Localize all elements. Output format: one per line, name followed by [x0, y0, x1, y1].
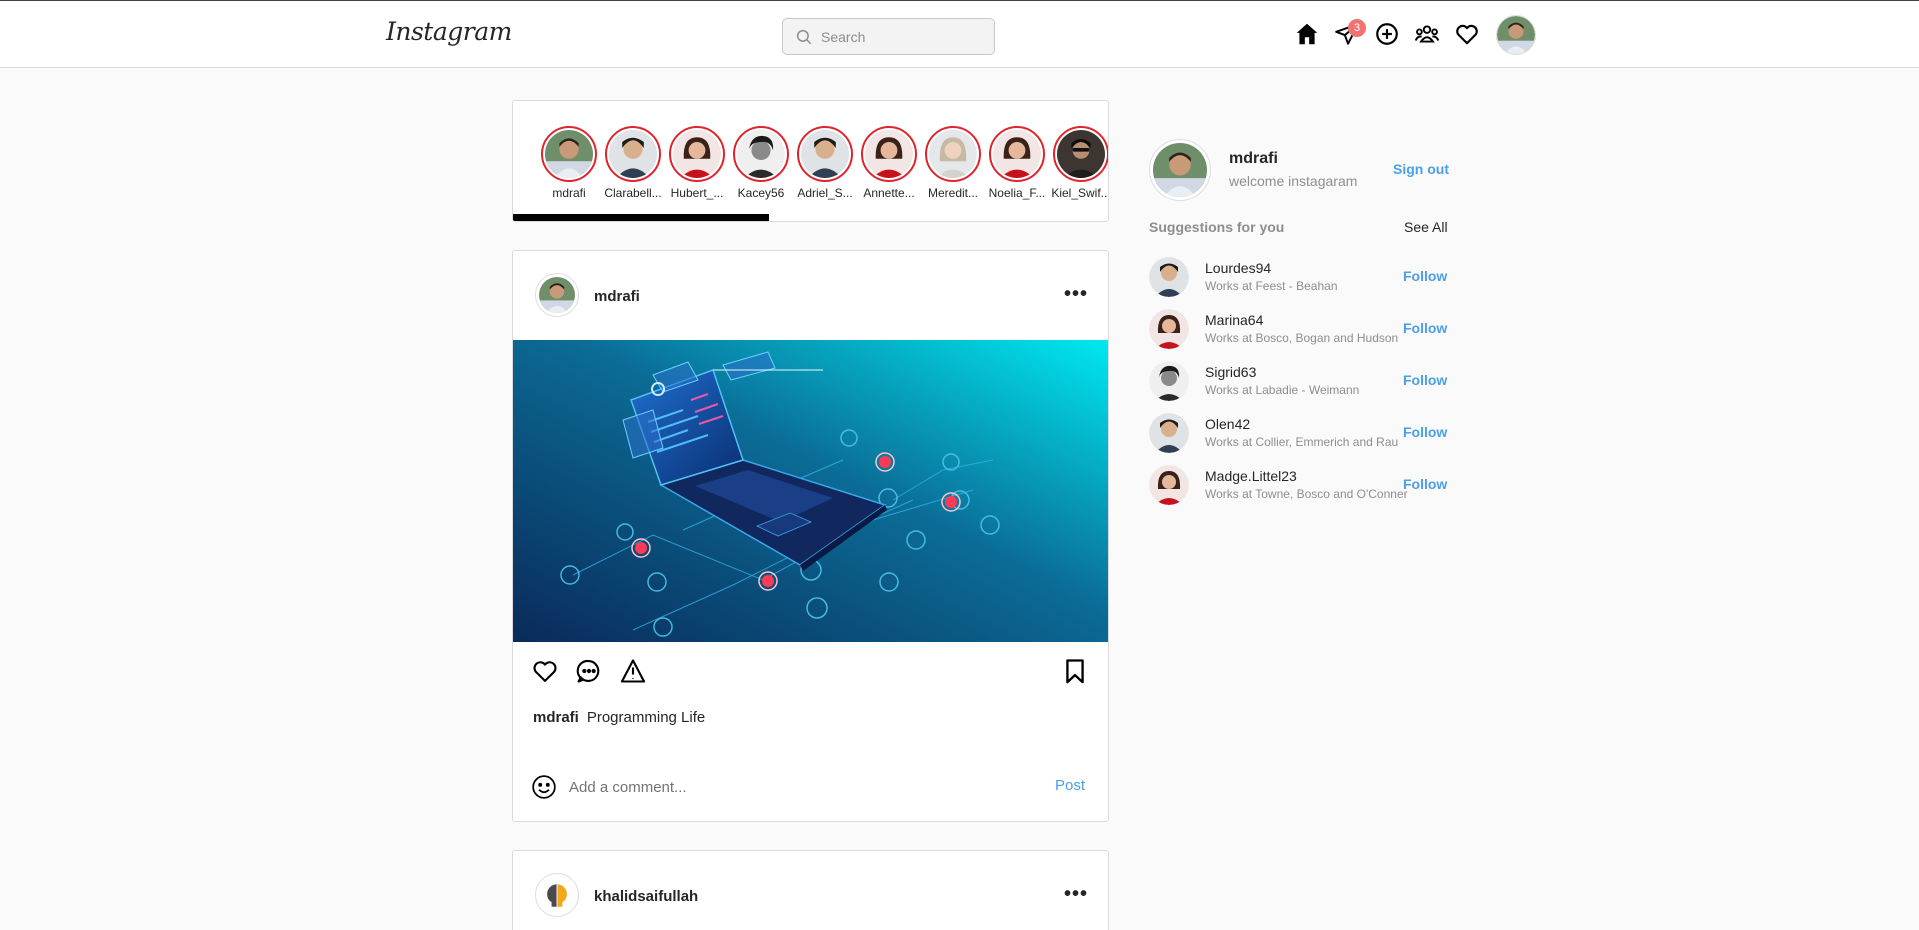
suggestion-username[interactable]: Marina64 [1205, 312, 1263, 328]
story-avatar [861, 126, 917, 182]
story-item[interactable]: Adriel_S... [795, 126, 855, 200]
comment-box: Post [531, 773, 1091, 801]
current-user-subtitle: welcome instagaram [1229, 173, 1358, 189]
story-avatar [925, 126, 981, 182]
sign-out-button[interactable]: Sign out [1393, 161, 1449, 177]
story-item[interactable]: Hubert_... [667, 126, 727, 200]
story-item[interactable]: Annette... [859, 126, 919, 200]
suggestion-username[interactable]: Olen42 [1205, 416, 1250, 432]
post-caption: mdrafi Programming Life [533, 709, 705, 726]
search-icon [796, 29, 812, 44]
story-item[interactable]: Noelia_F... [987, 126, 1047, 200]
story-avatar [605, 126, 661, 182]
suggestion-item: Lourdes94 Works at Feest - Beahan Follow [1149, 257, 1449, 297]
search-box[interactable] [782, 18, 995, 55]
story-label: Kacey56 [737, 186, 785, 200]
story-label: Adriel_S... [797, 186, 853, 200]
comment-input[interactable] [569, 778, 1009, 796]
post-header: mdrafi ••• [513, 251, 1108, 341]
story-item[interactable]: Kiel_Swif... [1051, 126, 1109, 200]
suggestion-avatar[interactable] [1149, 309, 1189, 349]
story-item[interactable]: Meredit... [923, 126, 983, 200]
search-input[interactable] [821, 28, 981, 45]
stories-scrollbar[interactable] [513, 214, 769, 221]
heart-icon[interactable] [1454, 21, 1480, 47]
follow-button[interactable]: Follow [1403, 476, 1447, 492]
suggestions-title: Suggestions for you [1149, 219, 1285, 235]
direct-messages-icon[interactable]: 3 [1334, 19, 1366, 47]
current-username[interactable]: mdrafi [1229, 150, 1278, 168]
suggestion-subtitle: Works at Collier, Emmerich and Rau [1205, 435, 1399, 449]
suggestion-item: Marina64 Works at Bosco, Bogan and Hudso… [1149, 309, 1449, 349]
caption-text: Programming Life [586, 709, 706, 726]
suggestion-username[interactable]: Lourdes94 [1205, 260, 1271, 276]
suggestion-item: Madge.Littel23 Works at Towne, Bosco and… [1149, 465, 1449, 505]
suggestion-username[interactable]: Sigrid63 [1205, 364, 1256, 380]
instagram-logo[interactable]: Instagram [386, 17, 512, 46]
stories-bar: mdrafi Clarabell... Hubert_... Kacey56 A… [512, 100, 1109, 222]
story-avatar [733, 126, 789, 182]
story-label: Hubert_... [670, 186, 724, 200]
story-avatar [669, 126, 725, 182]
story-label: Meredit... [927, 186, 978, 200]
post-comment-button[interactable]: Post [1055, 777, 1085, 794]
suggestion-subtitle: Works at Feest - Beahan [1205, 279, 1338, 293]
post-header: khalidsaifullah ••• [513, 851, 1108, 930]
like-icon[interactable] [531, 657, 559, 685]
story-label: mdrafi [552, 186, 586, 200]
story-avatar [797, 126, 853, 182]
more-options-icon[interactable]: ••• [1064, 883, 1088, 906]
story-item[interactable]: mdrafi [539, 126, 599, 200]
story-item[interactable]: Kacey56 [731, 126, 791, 200]
create-post-icon[interactable] [1374, 21, 1400, 47]
story-item[interactable]: Clarabell... [603, 126, 663, 200]
suggestion-item: Sigrid63 Works at Labadie - Weimann Foll… [1149, 361, 1449, 401]
suggestion-avatar[interactable] [1149, 465, 1189, 505]
post-username[interactable]: khalidsaifullah [594, 888, 698, 905]
share-icon[interactable] [619, 657, 647, 685]
profile-avatar[interactable] [1496, 15, 1536, 55]
suggestion-item: Olen42 Works at Collier, Emmerich and Ra… [1149, 413, 1449, 453]
comment-icon[interactable] [575, 657, 603, 685]
follow-button[interactable]: Follow [1403, 268, 1447, 284]
follow-button[interactable]: Follow [1403, 424, 1447, 440]
bookmark-icon[interactable] [1061, 657, 1089, 685]
more-options-icon[interactable]: ••• [1064, 283, 1088, 306]
caption-username[interactable]: mdrafi [533, 709, 579, 726]
story-label: Kiel_Swif... [1051, 186, 1109, 200]
suggestion-avatar[interactable] [1149, 257, 1189, 297]
story-label: Clarabell... [604, 186, 662, 200]
suggestion-subtitle: Works at Bosco, Bogan and Hudson [1205, 331, 1399, 345]
nav-icons: 3 [1294, 19, 1494, 47]
post-username[interactable]: mdrafi [594, 288, 640, 305]
post-avatar[interactable] [535, 273, 579, 317]
story-label: Annette... [863, 186, 915, 200]
see-all-link[interactable]: See All [1404, 219, 1448, 235]
post-avatar[interactable] [535, 873, 579, 917]
top-navbar: Instagram 3 [0, 0, 1919, 68]
feed-post: khalidsaifullah ••• [512, 850, 1109, 930]
story-label: Noelia_F... [988, 186, 1046, 200]
suggestion-subtitle: Works at Labadie - Weimann [1205, 383, 1360, 397]
emoji-icon[interactable] [531, 774, 557, 800]
messages-badge: 3 [1348, 19, 1366, 37]
suggestion-subtitle: Works at Towne, Bosco and O'Conner [1205, 487, 1408, 501]
current-user-avatar[interactable] [1149, 139, 1211, 201]
suggestion-avatar[interactable] [1149, 361, 1189, 401]
home-icon[interactable] [1294, 21, 1320, 47]
people-icon[interactable] [1414, 21, 1440, 47]
suggestion-username[interactable]: Madge.Littel23 [1205, 468, 1297, 484]
story-avatar [541, 126, 597, 182]
follow-button[interactable]: Follow [1403, 372, 1447, 388]
follow-button[interactable]: Follow [1403, 320, 1447, 336]
suggestion-avatar[interactable] [1149, 413, 1189, 453]
story-avatar [1053, 126, 1108, 182]
post-actions [531, 657, 1091, 687]
feed-post: mdrafi ••• mdrafi Programming Life Add a… [512, 250, 1109, 822]
post-image[interactable] [513, 340, 1108, 642]
story-avatar [989, 126, 1045, 182]
